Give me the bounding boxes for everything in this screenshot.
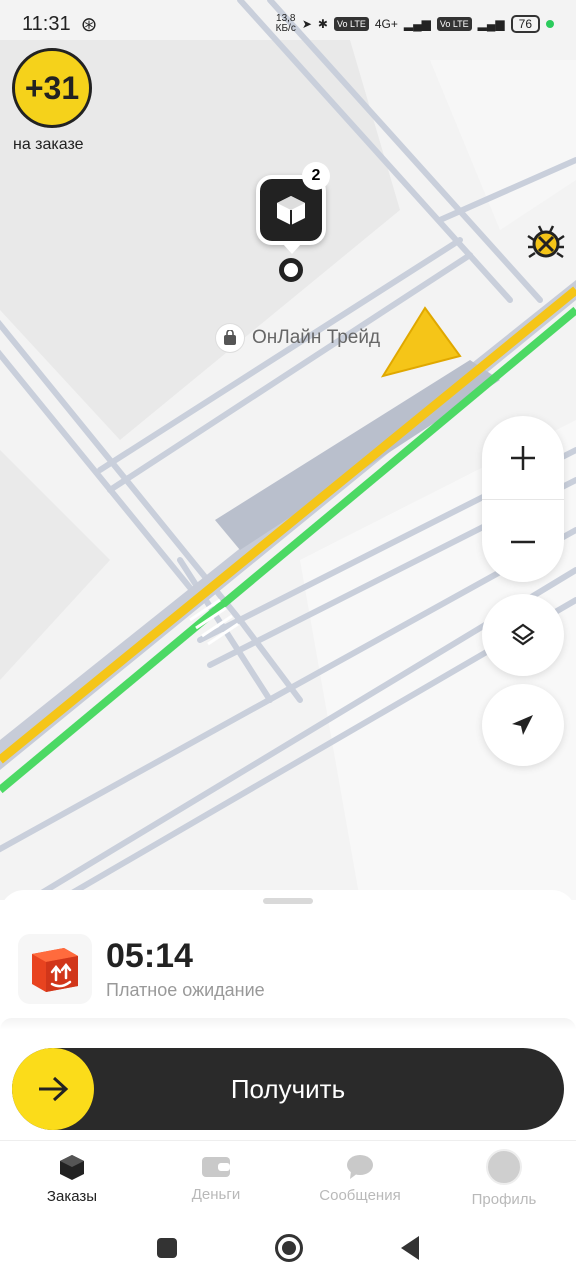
sheet-handle[interactable] <box>263 898 313 904</box>
bonus-label: на заказе <box>13 136 84 153</box>
slider-knob[interactable] <box>12 1048 94 1130</box>
box-icon <box>60 1155 84 1180</box>
home-button[interactable] <box>275 1234 303 1262</box>
home-icon <box>282 1241 296 1255</box>
poi-marker[interactable]: ОнЛайн Трейд <box>216 324 380 352</box>
signal-icon-2: ▂▄▆ <box>477 17 505 31</box>
package-icon <box>277 196 305 225</box>
notification-icon: ⊛ <box>80 13 98 36</box>
layers-button[interactable] <box>482 594 564 676</box>
network-type: 4G+ <box>374 17 398 31</box>
zoom-out-button[interactable] <box>482 500 564 583</box>
bonus-badge[interactable]: +31 <box>12 48 92 128</box>
tab-orders[interactable]: Заказы <box>0 1141 144 1216</box>
wait-timer: 05:14 <box>106 937 193 975</box>
my-location-button[interactable] <box>482 684 564 766</box>
tab-profile-label: Профиль <box>471 1191 537 1208</box>
wallet-icon <box>202 1157 230 1177</box>
wait-status: Платное ожидание <box>106 980 265 1000</box>
network-speed: 13,8 КБ/с <box>275 13 296 34</box>
layers-icon <box>511 623 535 646</box>
chat-icon <box>347 1155 373 1179</box>
bluetooth-icon: ✱ <box>317 17 328 31</box>
arrow-right-icon <box>39 1076 69 1102</box>
bug-icon[interactable] <box>526 222 566 262</box>
status-bar: 11:31 ⊛ 13,8 КБ/с ➤ ✱ Vo LTE 4G+ ▂▄▆ Vo L… <box>0 0 576 48</box>
receive-label: Получить <box>230 1073 346 1104</box>
system-nav-bar <box>0 1216 576 1280</box>
plus-icon <box>511 445 535 470</box>
volte-badge-2: Vo LTE <box>436 17 472 31</box>
avatar <box>486 1149 522 1185</box>
poi-label: ОнЛайн Трейд <box>252 327 381 348</box>
recent-apps-button[interactable] <box>157 1238 177 1258</box>
back-button[interactable] <box>401 1236 419 1260</box>
pin-count-badge: 2 <box>302 162 330 190</box>
volte-badge-1: Vo LTE <box>333 17 369 31</box>
shopping-bag-icon <box>216 324 244 352</box>
signal-icon: ▂▄▆ <box>403 17 431 31</box>
pin-tail <box>283 244 301 254</box>
zoom-controls <box>482 416 564 582</box>
zoom-in-button[interactable] <box>482 416 564 499</box>
sheet-divider <box>0 1018 576 1030</box>
location-icon: ➤ <box>301 17 312 31</box>
status-dot <box>546 20 554 28</box>
receive-slider[interactable]: Получить <box>12 1048 564 1130</box>
battery-indicator: 76 <box>510 15 540 33</box>
tab-bar: Заказы Деньги Сообщения Профиль <box>0 1140 576 1216</box>
status-time: 11:31 <box>22 12 71 35</box>
tab-profile[interactable]: Профиль <box>432 1141 576 1216</box>
minus-icon <box>511 540 535 543</box>
tab-messages[interactable]: Сообщения <box>288 1141 432 1216</box>
waiting-info: 05:14 Платное ожидание <box>18 934 265 1004</box>
navigation-arrow-icon <box>512 715 533 735</box>
tab-orders-label: Заказы <box>46 1188 98 1205</box>
parcel-box-icon <box>18 934 92 1004</box>
pin-location-dot <box>279 258 303 282</box>
tab-money-label: Деньги <box>191 1186 241 1203</box>
tab-messages-label: Сообщения <box>319 1187 401 1204</box>
tab-money[interactable]: Деньги <box>144 1141 288 1216</box>
